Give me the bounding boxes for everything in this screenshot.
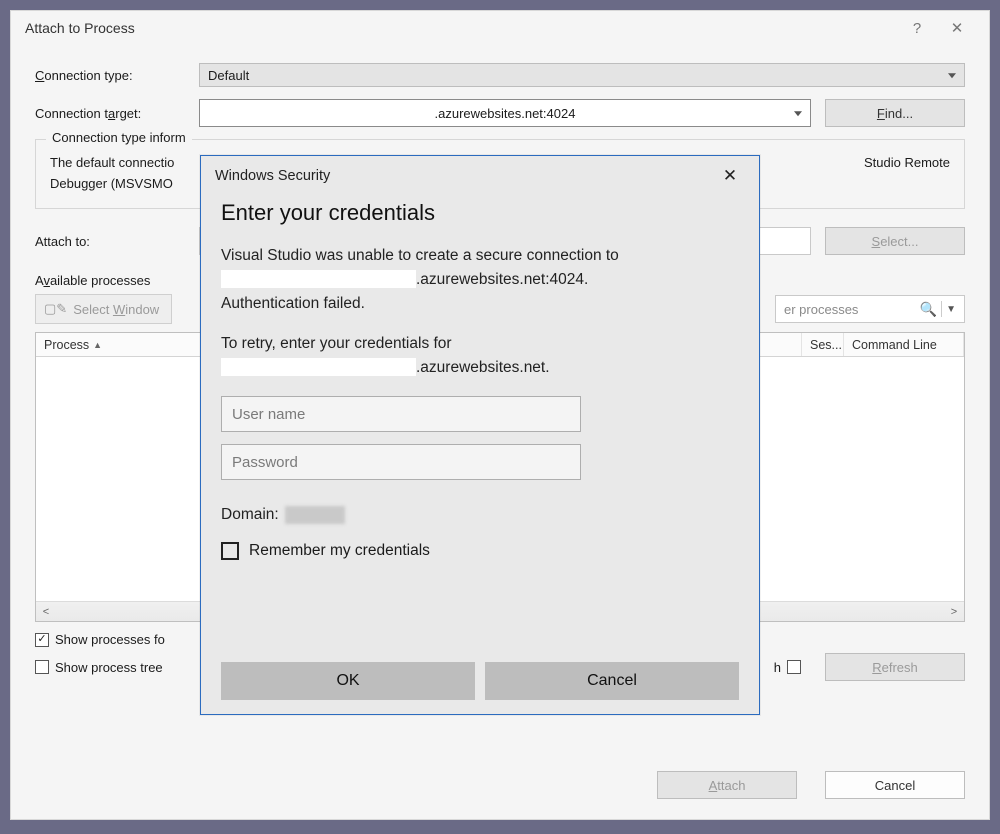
- filter-processes-input[interactable]: er processes 🔍 ▼: [775, 295, 965, 323]
- connection-target-label: Connection target:: [35, 106, 199, 121]
- connection-target-combo[interactable]: .azurewebsites.net:4024: [199, 99, 811, 127]
- attach-button[interactable]: Attach: [657, 771, 797, 799]
- scroll-right-icon[interactable]: >: [944, 602, 964, 622]
- show-all-users-checkbox[interactable]: ✓: [35, 633, 49, 647]
- ok-button[interactable]: OK: [221, 662, 475, 700]
- help-button[interactable]: ?: [897, 11, 937, 45]
- domain-label: Domain:: [221, 506, 279, 524]
- column-session[interactable]: Ses...: [802, 333, 844, 356]
- show-all-users-label: Show processes fo: [55, 632, 165, 647]
- connection-type-label: Connection type:: [35, 68, 199, 83]
- chevron-down-icon: [948, 73, 956, 78]
- titlebar: Attach to Process ? ✕: [11, 11, 989, 45]
- cancel-button[interactable]: Cancel: [825, 771, 965, 799]
- filter-placeholder: er processes: [784, 302, 858, 317]
- attach-to-label: Attach to:: [35, 234, 199, 249]
- redacted-host: [221, 358, 416, 376]
- column-command-line[interactable]: Command Line: [844, 333, 964, 356]
- modal-cancel-button[interactable]: Cancel: [485, 662, 739, 700]
- connection-target-value: .azurewebsites.net:4024: [435, 106, 576, 121]
- modal-title: Windows Security: [215, 168, 715, 184]
- remember-credentials-label: Remember my credentials: [249, 542, 430, 560]
- refresh-button[interactable]: Refresh: [825, 653, 965, 681]
- domain-row: Domain:: [221, 506, 739, 524]
- remember-credentials-checkbox[interactable]: [221, 542, 239, 560]
- redacted-host: [221, 270, 416, 288]
- auto-refresh-tail: h: [774, 660, 781, 675]
- groupbox-legend: Connection type inform: [46, 130, 192, 145]
- modal-close-button[interactable]: ✕: [715, 166, 745, 186]
- username-field[interactable]: User name: [221, 396, 581, 432]
- close-button[interactable]: ✕: [937, 11, 977, 45]
- scroll-left-icon[interactable]: <: [36, 602, 56, 622]
- dropdown-icon[interactable]: ▼: [946, 304, 956, 315]
- show-process-tree-checkbox[interactable]: [35, 660, 49, 674]
- domain-value-redacted: [285, 506, 345, 524]
- password-field[interactable]: Password: [221, 444, 581, 480]
- show-process-tree-label: Show process tree: [55, 660, 163, 675]
- window-title: Attach to Process: [25, 20, 897, 36]
- modal-message-2: To retry, enter your credentials for .az…: [221, 332, 739, 380]
- select-button[interactable]: Select...: [825, 227, 965, 255]
- sort-asc-icon: ▲: [93, 340, 102, 350]
- modal-message-1: Visual Studio was unable to create a sec…: [221, 244, 739, 316]
- select-window-icon: ▢✎: [44, 301, 67, 317]
- windows-security-dialog: Windows Security ✕ Enter your credential…: [200, 155, 760, 715]
- connection-type-select[interactable]: Default: [199, 63, 965, 87]
- select-window-button: ▢✎ Select Window: [35, 294, 172, 324]
- modal-heading: Enter your credentials: [221, 200, 739, 226]
- chevron-down-icon: [794, 111, 802, 116]
- connection-type-value: Default: [208, 68, 249, 83]
- search-icon: 🔍: [920, 301, 937, 318]
- auto-refresh-checkbox[interactable]: [787, 660, 801, 674]
- find-button[interactable]: Find...: [825, 99, 965, 127]
